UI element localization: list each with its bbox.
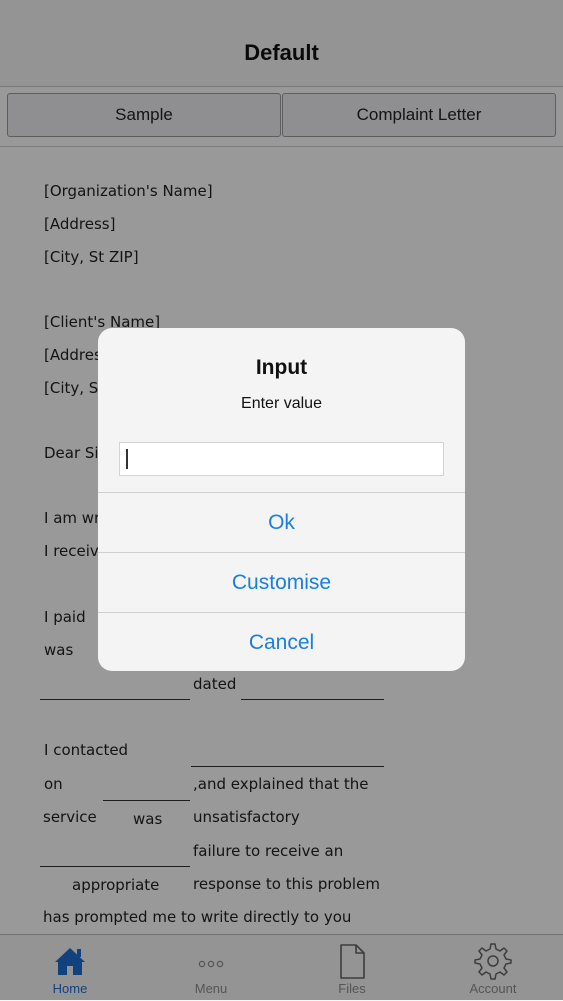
text-caret (126, 449, 128, 469)
dialog-message: Enter value (241, 395, 322, 412)
cancel-button[interactable]: Cancel (98, 612, 465, 671)
ok-button[interactable]: Ok (98, 492, 465, 552)
customise-button[interactable]: Customise (98, 552, 465, 612)
value-input[interactable] (119, 442, 444, 476)
dialog-title: Input (255, 356, 308, 379)
input-alert-dialog: Input Enter value Ok Customise Cancel (98, 328, 465, 671)
app-screen: Default Sample Complaint Letter [Organiz… (0, 0, 563, 1001)
